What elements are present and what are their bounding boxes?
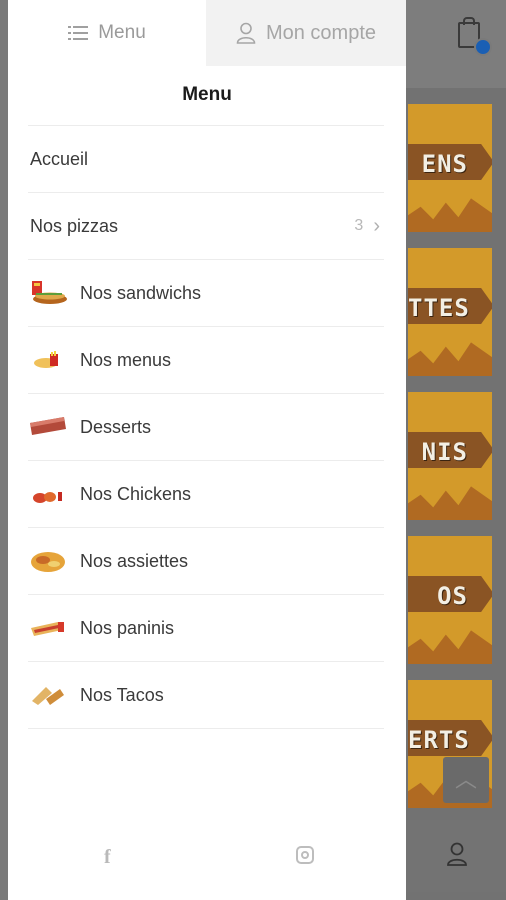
- panini-thumb-icon: [31, 622, 64, 636]
- tacos-thumb-icon: [32, 687, 64, 705]
- card-title: NIS: [421, 438, 468, 466]
- menu-item-label: Nos paninis: [80, 617, 175, 638]
- menu-item-label: Desserts: [80, 416, 152, 437]
- tab-account-label: Mon compte: [265, 21, 377, 44]
- sandwich-thumb-icon: [32, 281, 67, 304]
- drawer-title: Menu: [182, 84, 232, 105]
- user-icon: [236, 22, 256, 44]
- list-icon: [68, 26, 89, 40]
- menu-list: Accueil Nos pizzas 3 › Nos sandwichs Nos…: [28, 126, 384, 729]
- menu-item-tacos[interactable]: Nos Tacos: [28, 662, 384, 729]
- card-decoration: [408, 198, 492, 232]
- menu-thumb-icon: [34, 351, 58, 368]
- user-icon: [447, 842, 467, 866]
- card-title: ENS: [421, 150, 468, 178]
- category-card[interactable]: OS: [408, 536, 492, 664]
- menu-item-label: Nos Chickens: [80, 483, 192, 504]
- menu-item-paninis[interactable]: Nos paninis: [28, 595, 384, 662]
- cart-badge: [474, 38, 492, 56]
- plate-thumb-icon: [31, 552, 65, 572]
- card-decoration: [408, 486, 492, 520]
- menu-item-menus[interactable]: Nos menus: [28, 327, 384, 394]
- card-decoration: [408, 342, 492, 376]
- scroll-to-top-button[interactable]: ︿: [443, 757, 489, 803]
- card-decoration: [408, 630, 492, 664]
- card-title: TTES: [408, 294, 470, 322]
- chevron-right-icon[interactable]: ›: [373, 215, 380, 238]
- menu-item-pizzas[interactable]: Nos pizzas 3 ›: [28, 193, 384, 260]
- account-nav-button[interactable]: [406, 820, 506, 892]
- menu-item-label: Nos Tacos: [80, 684, 164, 705]
- tab-menu-label: Menu: [98, 22, 146, 43]
- menu-item-assiettes[interactable]: Nos assiettes: [28, 528, 384, 595]
- item-count: 3: [354, 217, 364, 234]
- menu-item-accueil[interactable]: Accueil: [28, 126, 384, 193]
- dessert-thumb-icon: [30, 417, 66, 435]
- category-card[interactable]: TTES: [408, 248, 492, 376]
- tab-menu[interactable]: Menu: [8, 0, 206, 66]
- card-title: OS: [437, 582, 468, 610]
- menu-item-desserts[interactable]: Desserts: [28, 394, 384, 461]
- menu-item-sandwichs[interactable]: Nos sandwichs: [28, 260, 384, 327]
- category-card[interactable]: NIS: [408, 392, 492, 520]
- drawer-tabs: Menu Mon compte: [8, 0, 406, 66]
- facebook-icon[interactable]: f: [104, 846, 111, 869]
- category-card[interactable]: ENS: [408, 104, 492, 232]
- menu-item-label: Nos menus: [80, 349, 172, 370]
- instagram-icon[interactable]: [296, 846, 314, 864]
- chicken-thumb-icon: [33, 492, 62, 503]
- card-title: ERTS: [408, 726, 470, 754]
- menu-item-label: Nos sandwichs: [80, 282, 202, 303]
- menu-item-label: Nos pizzas: [30, 215, 119, 236]
- menu-item-chickens[interactable]: Nos Chickens: [28, 461, 384, 528]
- menu-item-label: Accueil: [30, 148, 89, 169]
- side-drawer: Menu Mon compte Menu Accueil Nos pizzas …: [8, 0, 406, 900]
- tab-account[interactable]: Mon compte: [206, 0, 406, 66]
- menu-item-label: Nos assiettes: [80, 550, 189, 571]
